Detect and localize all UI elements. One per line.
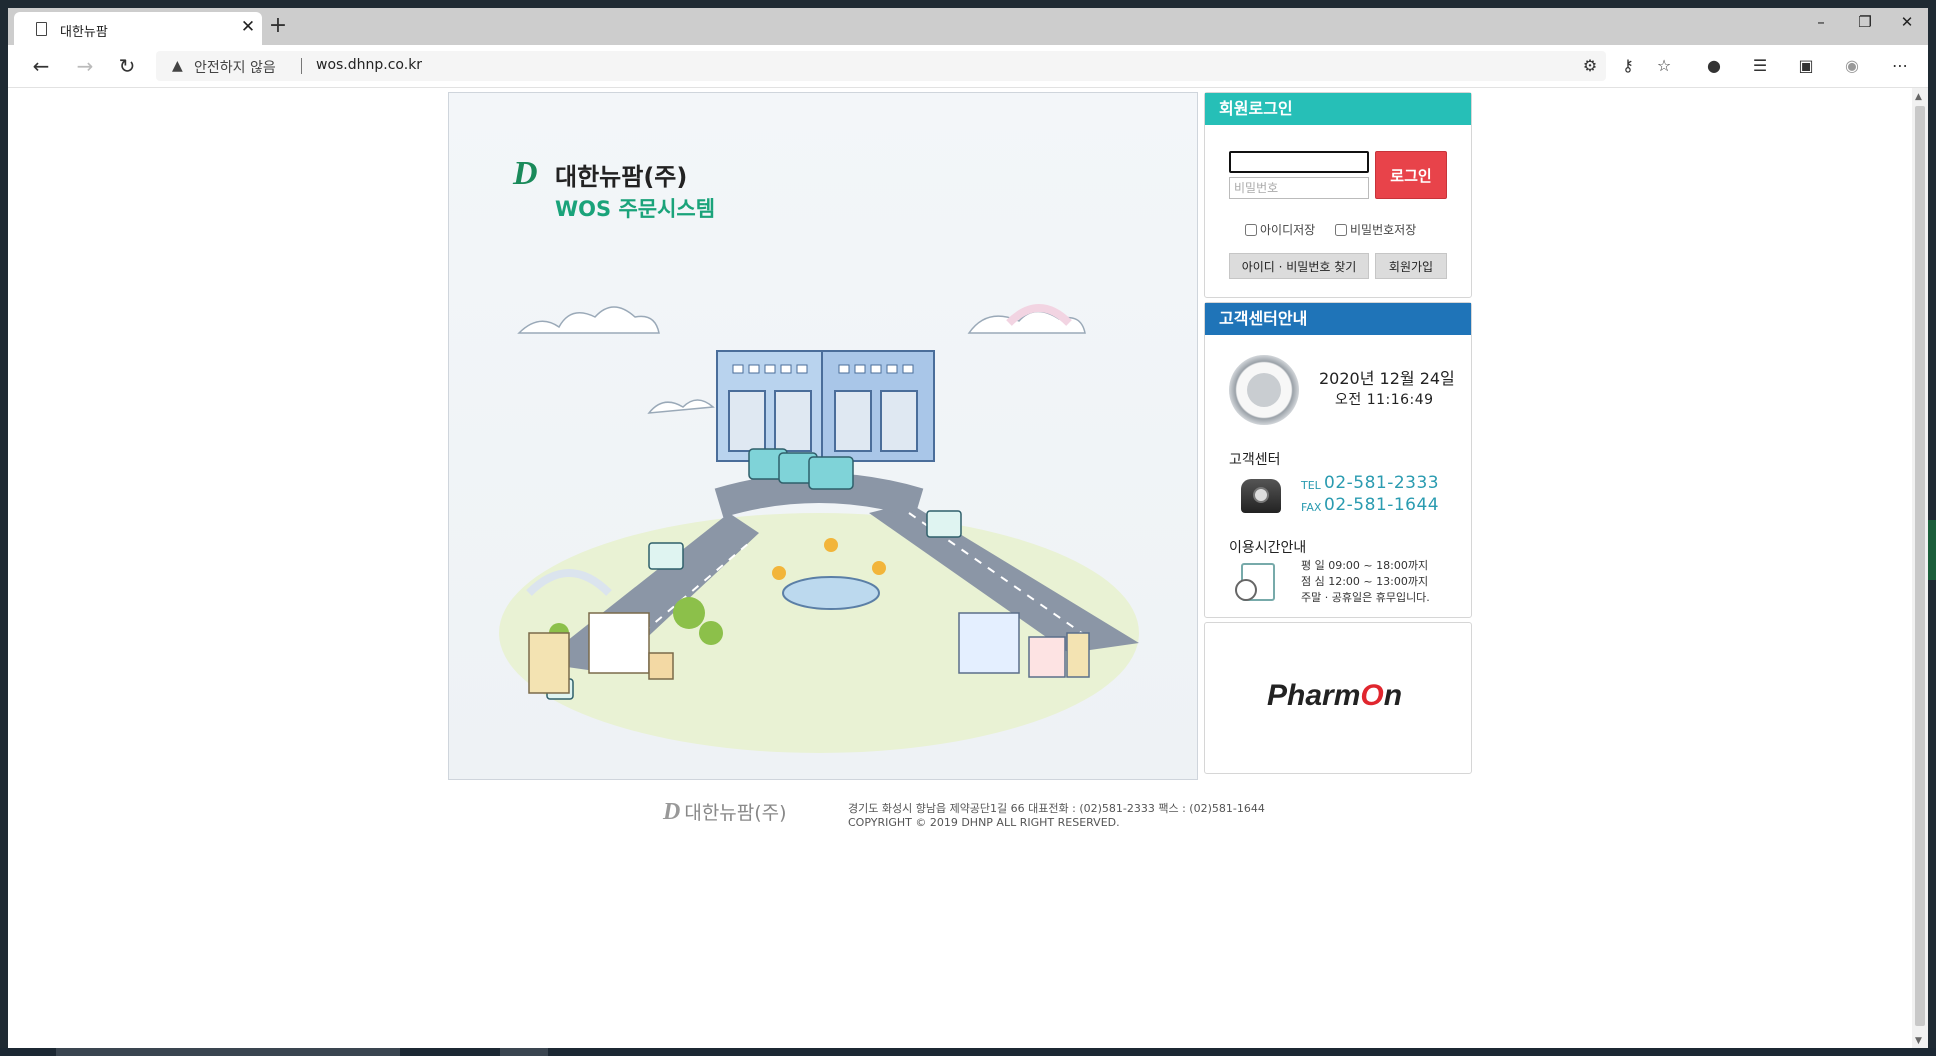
save-id-check[interactable]	[1245, 223, 1257, 236]
collections-icon[interactable]: ▣	[1794, 55, 1818, 77]
browser-toolbar: ← → ↻ ▲ 안전하지 않음 wos.dhnp.co.kr ⚙ ⚷ ☆ ● ☰…	[8, 45, 1928, 88]
signup-button[interactable]: 회원가입	[1375, 253, 1447, 279]
clock-icon	[1229, 355, 1299, 425]
browser-window: 대한뉴팜 ✕ + – ❐ ✕ ← → ↻ ▲ 안전하지 않음 wos.dhnp.…	[8, 8, 1928, 1048]
minimize-button[interactable]: –	[1802, 13, 1840, 39]
footer-address: 경기도 화성시 향남읍 제약공단1길 66 대표전화 : (02)581-233…	[848, 802, 1265, 815]
more-menu-icon[interactable]: ⋯	[1888, 55, 1912, 77]
browser-tab[interactable]: 대한뉴팜 ✕	[14, 12, 262, 45]
refresh-icon[interactable]: ↻	[114, 54, 140, 78]
pharmon-text: Pharm	[1267, 679, 1361, 712]
footer-copyright: COPYRIGHT © 2019 DHNP ALL RIGHT RESERVED…	[848, 816, 1120, 829]
save-id-checkbox[interactable]: 아이디저장	[1245, 221, 1315, 238]
window-close-button[interactable]: ✕	[1888, 13, 1926, 39]
page-content: D 대한뉴팜(주) WOS 주문시스템 회원로그인 로그인 아이디저장 비밀번호…	[8, 88, 1912, 1048]
current-time: 오전 11:16:49	[1335, 392, 1434, 408]
warning-icon: ▲	[172, 58, 183, 74]
logistics-scene-image	[499, 304, 1139, 753]
back-arrow-icon[interactable]: ←	[28, 54, 54, 78]
customer-service-panel: 고객센터안내 2020년 12월 24일 오전 11:16:49 고객센터 TE…	[1204, 302, 1472, 618]
profile-avatar-icon[interactable]: ◉	[1840, 55, 1864, 77]
pharmon-n: n	[1383, 679, 1403, 712]
current-date: 2020년 12월 24일	[1319, 369, 1455, 388]
hours-title: 이용시간안내	[1229, 540, 1307, 556]
scroll-thumb[interactable]	[1915, 106, 1925, 1026]
key-icon[interactable]: ⚷	[1616, 55, 1640, 77]
footer-logo: D 대한뉴팜(주)	[663, 798, 787, 826]
address-divider	[301, 58, 302, 74]
save-id-label: 아이디저장	[1260, 223, 1316, 237]
restore-button[interactable]: ❐	[1846, 13, 1884, 39]
password-input[interactable]	[1229, 177, 1369, 199]
favorite-star-icon[interactable]: ☆	[1652, 55, 1676, 77]
fax-label: FAX	[1301, 501, 1322, 514]
tab-close-icon[interactable]: ✕	[238, 17, 258, 37]
hero-illustration: D 대한뉴팜(주) WOS 주문시스템	[448, 92, 1198, 780]
tab-strip: 대한뉴팜 ✕ + – ❐ ✕	[8, 8, 1928, 45]
save-password-label: 비밀번호저장	[1350, 223, 1417, 237]
pharmon-banner[interactable]: PharmOn	[1204, 622, 1472, 774]
scroll-down-arrow-icon[interactable]: ▼	[1915, 1036, 1922, 1046]
security-status[interactable]: 안전하지 않음	[194, 57, 276, 77]
tab-title: 대한뉴팜	[60, 25, 108, 40]
taskbar-item[interactable]	[500, 1048, 548, 1056]
forward-arrow-icon[interactable]: →	[72, 54, 98, 78]
taskbar	[0, 1048, 1936, 1056]
page-icon	[36, 22, 47, 36]
service-center-title: 고객센터	[1229, 452, 1281, 468]
address-bar[interactable]: ▲ 안전하지 않음 wos.dhnp.co.kr	[156, 51, 1606, 81]
find-account-button[interactable]: 아이디 · 비밀번호 찾기	[1229, 253, 1369, 279]
service-panel-title: 고객센터안내	[1205, 303, 1471, 335]
taskbar-item[interactable]	[56, 1048, 400, 1056]
save-password-checkbox[interactable]: 비밀번호저장	[1335, 221, 1416, 238]
hours-lunch: 점 심 12:00 ~ 13:00까지	[1301, 575, 1429, 588]
footer-logo-mark: D	[663, 799, 681, 825]
tel-label: TEL	[1301, 479, 1321, 492]
telephone-icon	[1241, 479, 1281, 513]
fax-number: 02-581-1644	[1324, 495, 1440, 515]
tel-number: 02-581-2333	[1324, 473, 1440, 493]
background-window-edge	[1928, 520, 1936, 580]
login-panel-title: 회원로그인	[1205, 93, 1471, 125]
save-password-check[interactable]	[1335, 223, 1347, 236]
hours-weekday: 평 일 09:00 ~ 18:00까지	[1301, 559, 1429, 572]
scroll-up-arrow-icon[interactable]: ▲	[1915, 92, 1922, 102]
user-id-input[interactable]	[1229, 151, 1369, 173]
url-text[interactable]: wos.dhnp.co.kr	[316, 57, 422, 73]
login-panel: 회원로그인 로그인 아이디저장 비밀번호저장 아이디 · 비밀번호 찾기 회원가…	[1204, 92, 1472, 298]
page-scrollbar[interactable]: ▲ ▼	[1912, 88, 1928, 1048]
new-tab-button[interactable]: +	[266, 13, 290, 38]
favorites-list-icon[interactable]: ☰	[1748, 55, 1772, 77]
pharmon-o: O	[1360, 679, 1384, 712]
hours-holiday: 주말 · 공휴일은 휴무입니다.	[1301, 591, 1430, 604]
pharmon-logo: PharmOn	[1267, 679, 1402, 713]
schedule-clock-icon	[1235, 563, 1275, 601]
extension-icon[interactable]: ●	[1702, 55, 1726, 77]
tracking-prevention-icon[interactable]: ⚙	[1578, 55, 1602, 77]
footer-company-name: 대한뉴팜(주)	[684, 802, 787, 824]
login-button[interactable]: 로그인	[1375, 151, 1447, 199]
